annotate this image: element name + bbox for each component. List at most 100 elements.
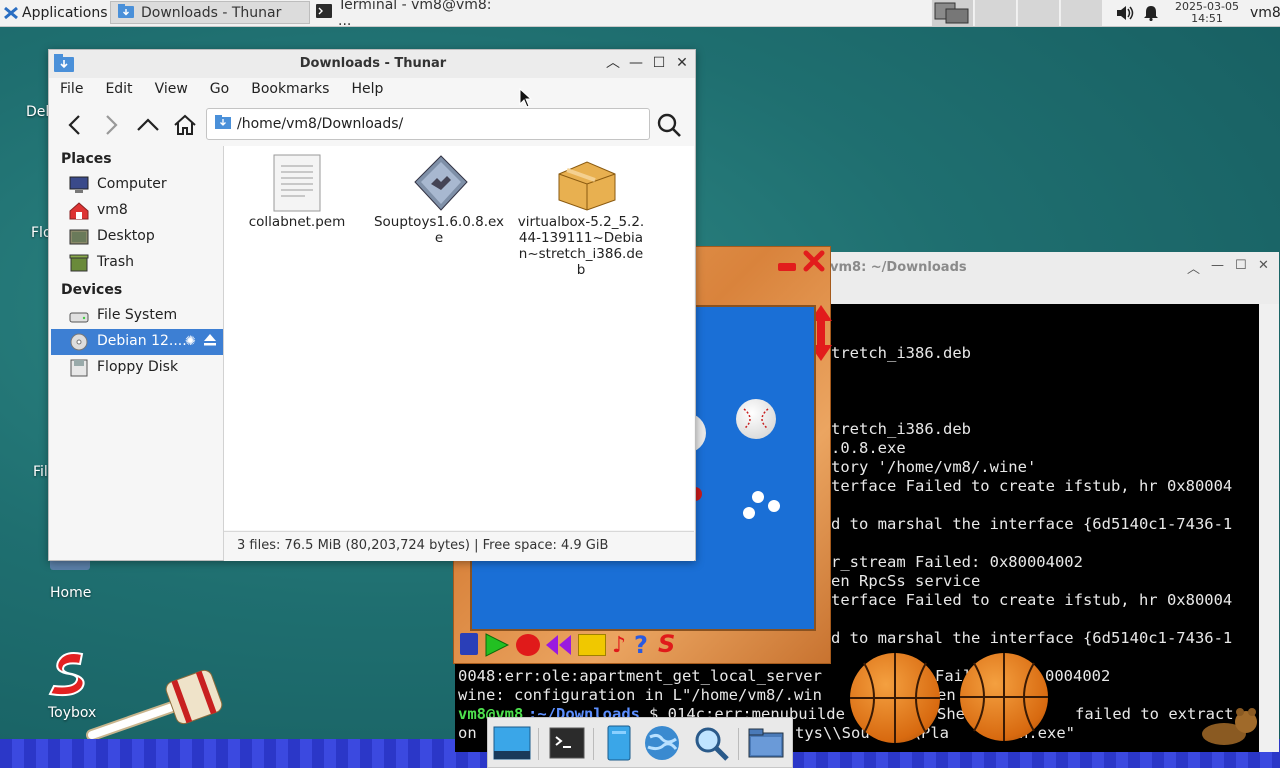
sidebar: Places Computer vm8 Desktop Trash Device… (51, 146, 224, 560)
souptoys-rewind-icon[interactable] (544, 634, 572, 660)
souptoys-record-icon[interactable] (516, 634, 540, 656)
clock[interactable]: 2025-03-05 14:51 (1170, 1, 1244, 25)
workspace-3[interactable] (1017, 0, 1059, 26)
workspace-4[interactable] (1060, 0, 1102, 26)
menubar: File Edit View Go Bookmarks Help (49, 78, 695, 102)
menu-go[interactable]: Go (199, 78, 240, 102)
package-box-icon (555, 154, 616, 211)
dock-show-desktop-icon[interactable] (492, 723, 532, 763)
thunar-title: Downloads - Thunar (299, 56, 447, 71)
applications-menu-button[interactable]: Applications ⋮ (0, 0, 125, 26)
forward-button[interactable] (97, 111, 125, 139)
close-button[interactable]: ✕ (674, 55, 690, 71)
back-button[interactable] (61, 111, 89, 139)
small-white-ball[interactable] (768, 500, 780, 512)
dock-web-browser-icon[interactable] (642, 723, 682, 763)
user-label: vm8 (1250, 5, 1280, 21)
menu-file[interactable]: File (49, 78, 94, 102)
sidebar-item-filesystem[interactable]: File System (51, 303, 223, 329)
dock-separator (538, 728, 539, 760)
terminal-line: tretch_i386.deb (831, 344, 971, 362)
sidebar-item-desktop[interactable]: Desktop (51, 224, 223, 250)
menu-help[interactable]: Help (340, 78, 394, 102)
chevron-up-icon (137, 118, 159, 131)
sidebar-item-floppy[interactable]: Floppy Disk (51, 355, 223, 381)
computer-icon (69, 176, 89, 194)
parent-folder-button[interactable] (134, 111, 162, 139)
sidebar-item-computer[interactable]: Computer (51, 172, 223, 198)
notification-bell-icon[interactable] (1144, 0, 1158, 26)
terminal-line: r_stream Failed: 0x80004002 (831, 553, 1083, 571)
menu-bookmarks[interactable]: Bookmarks (240, 78, 340, 102)
taskbar-terminal[interactable]: Terminal - vm8@vm8: ... (310, 0, 510, 29)
souptoys-music-icon[interactable]: ♪ (612, 633, 626, 658)
sidebar-item-label: File System (97, 307, 178, 323)
desktop-icon-label[interactable]: Fil (33, 464, 48, 480)
basketball[interactable] (960, 653, 1048, 741)
search-button[interactable] (655, 111, 683, 139)
dock-folder-icon[interactable] (746, 723, 786, 763)
search-icon (657, 113, 681, 137)
optical-disc-icon (69, 333, 89, 351)
sidebar-item-label: vm8 (97, 202, 128, 218)
maximize-button[interactable]: ☐ (651, 55, 667, 71)
thunar-window[interactable]: Downloads - Thunar ︿ — ☐ ✕ File Edit Vie… (48, 49, 696, 561)
terminal-line: d to marshal the interface {6d5140c1-743… (831, 629, 1233, 647)
thunar-titlebar[interactable]: Downloads - Thunar ︿ — ☐ ✕ (49, 50, 695, 78)
harddisk-icon (69, 307, 89, 325)
maximize-button[interactable]: ☐ (1235, 258, 1247, 273)
home-button[interactable] (171, 111, 199, 139)
clock-time: 14:51 (1191, 12, 1223, 25)
souptoys-close-icon[interactable] (802, 249, 826, 273)
applications-label: Applications (22, 5, 108, 21)
sidebar-places-header: Places (61, 151, 112, 167)
trash-icon (69, 254, 89, 272)
desktop-icon-home-label[interactable]: Home (50, 585, 91, 601)
file-item-souptoys-exe[interactable]: Souptoys1.6.0.8.exe (373, 154, 505, 246)
workspace-2[interactable] (974, 0, 1016, 26)
terminal-title: vm8: ~/Downloads (830, 260, 967, 275)
menu-edit[interactable]: Edit (94, 78, 143, 102)
location-bar[interactable]: /home/vm8/Downloads/ (206, 108, 650, 140)
file-view[interactable]: collabnet.pem Souptoys1.6.0.8.exe virtua… (224, 146, 694, 530)
dock-file-manager-icon[interactable] (598, 723, 638, 763)
taskbar-thunar[interactable]: Downloads - Thunar (110, 1, 310, 24)
hammer-toy-icon[interactable] (86, 665, 226, 745)
desktop-icon-label[interactable]: Del (26, 104, 49, 120)
sidebar-item-debian-cd[interactable]: Debian 12.... ✺ (51, 329, 223, 355)
file-item-collabnet[interactable]: collabnet.pem (231, 154, 363, 230)
souptoys-help-icon[interactable]: ? (634, 631, 648, 659)
volume-icon[interactable] (1116, 0, 1134, 26)
small-white-ball[interactable] (752, 491, 764, 503)
file-name: collabnet.pem (248, 214, 346, 230)
baseball[interactable] (736, 399, 776, 439)
teddy-bear-toy-icon[interactable] (1200, 706, 1260, 746)
dock-separator (593, 728, 594, 760)
minimize-button[interactable]: — (628, 55, 644, 71)
folder-download-icon (215, 115, 231, 133)
workspace-1[interactable] (931, 0, 973, 26)
sidebar-item-trash[interactable]: Trash (51, 250, 223, 276)
dock-search-icon[interactable] (691, 723, 731, 763)
location-path[interactable]: /home/vm8/Downloads/ (237, 116, 403, 132)
terminal-scrollbar[interactable] (1259, 304, 1279, 752)
small-white-ball[interactable] (743, 507, 755, 519)
basketball[interactable] (850, 653, 940, 743)
minimize-button[interactable]: — (1211, 258, 1224, 273)
sidebar-item-vm8[interactable]: vm8 (51, 198, 223, 224)
close-button[interactable]: ✕ (1258, 258, 1269, 273)
home-icon (174, 114, 196, 135)
eject-icon[interactable] (203, 333, 217, 351)
souptoys-play-icon[interactable] (484, 633, 510, 661)
shade-button[interactable]: ︿ (605, 55, 621, 71)
dock-terminal-icon[interactable] (547, 723, 587, 763)
souptoys-logo-icon[interactable]: S (658, 630, 675, 658)
user-menu[interactable]: vm8 (1250, 0, 1280, 26)
souptoys-minimize-button[interactable] (778, 263, 796, 271)
minimize-icon[interactable]: ︿ (1187, 258, 1200, 277)
menu-view[interactable]: View (144, 78, 199, 102)
souptoys-weight-icon[interactable] (460, 633, 478, 655)
file-item-virtualbox-deb[interactable]: virtualbox-5.2_5.2.44-139111~Debian~stre… (515, 154, 647, 278)
souptoys-stop-icon[interactable] (578, 634, 606, 656)
chevron-right-icon (106, 115, 118, 135)
